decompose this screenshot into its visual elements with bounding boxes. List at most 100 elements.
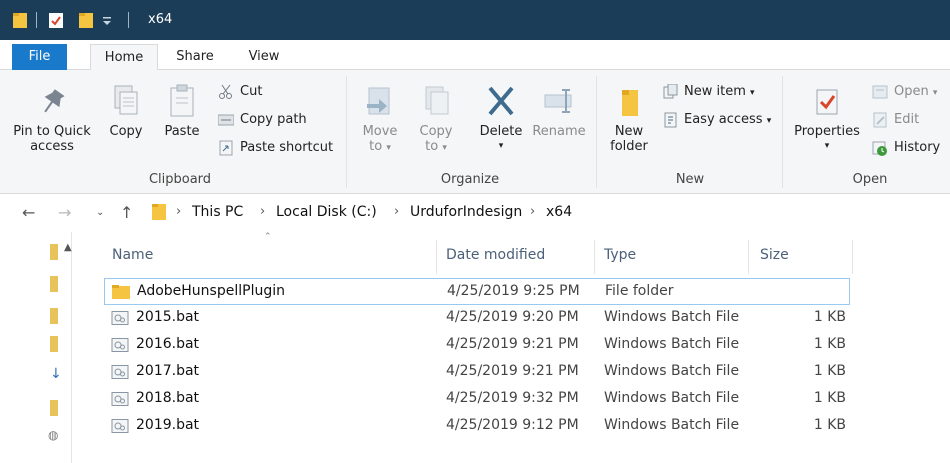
rename-label: Rename xyxy=(532,124,586,139)
paste-button[interactable]: Paste xyxy=(160,84,204,139)
nav-drive-icon[interactable]: ◍ xyxy=(48,428,58,442)
rename-button[interactable]: Rename xyxy=(530,84,588,139)
history-icon xyxy=(872,141,887,156)
move-to-button[interactable]: Move to ▾ xyxy=(356,84,404,156)
file-row[interactable]: 2015.bat 4/25/2019 9:20 PM Windows Batch F… xyxy=(104,305,850,332)
copy-label: Copy xyxy=(109,124,143,139)
move-to-icon xyxy=(367,87,390,115)
move-label-line1: Move xyxy=(362,124,398,139)
edit-icon xyxy=(873,112,887,128)
pin-label-line1: Pin to Quick xyxy=(13,124,91,139)
column-separator[interactable] xyxy=(436,240,437,274)
breadcrumb-chevron-icon[interactable]: › xyxy=(394,203,399,221)
nav-folder-icon[interactable] xyxy=(50,400,58,416)
history-label: History xyxy=(894,140,941,155)
open-group-label: Open xyxy=(852,172,888,187)
copy-to-icon xyxy=(425,86,449,115)
file-name: 2019.bat xyxy=(136,417,200,433)
file-row[interactable]: 2017.bat 4/25/2019 9:21 PM Windows Batch F… xyxy=(104,359,850,386)
new-folder-label-line1: New xyxy=(614,124,644,139)
nav-downloads-icon[interactable]: ↓ xyxy=(50,366,62,382)
breadcrumb-item-urduforindesign[interactable]: UrduforIndesign xyxy=(410,203,522,221)
tab-home[interactable]: Home xyxy=(90,44,158,71)
file-type: Windows Batch File xyxy=(604,336,740,352)
column-header-size[interactable]: Size xyxy=(760,244,789,274)
new-group-label: New xyxy=(675,172,705,187)
clipboard-group-label: Clipboard xyxy=(148,172,212,187)
tab-share[interactable]: Share xyxy=(170,44,220,70)
breadcrumb-item-this-pc[interactable]: This PC xyxy=(192,203,243,221)
paste-shortcut-label: Paste shortcut xyxy=(240,140,334,155)
breadcrumb-chevron-icon[interactable]: › xyxy=(176,203,181,221)
delete-label: Delete xyxy=(479,124,523,139)
delete-icon xyxy=(488,86,514,116)
file-name: 2017.bat xyxy=(136,363,200,379)
column-separator[interactable] xyxy=(748,240,749,274)
copy-path-label: Copy path xyxy=(240,112,307,127)
column-header-name[interactable]: Name xyxy=(112,244,153,274)
ribbon: Pin to Quick access Copy Paste Cut Copy … xyxy=(0,70,950,194)
column-header-date-modified[interactable]: Date modified xyxy=(446,244,545,274)
edit-label: Edit xyxy=(894,112,920,127)
properties-icon[interactable] xyxy=(48,10,64,30)
easy-access-icon xyxy=(664,112,677,128)
move-to-label: to xyxy=(369,139,383,154)
nav-folder-icon[interactable] xyxy=(50,276,58,292)
file-size: 1 KB xyxy=(813,309,846,325)
sort-ascending-icon: ⌃ xyxy=(264,232,272,242)
file-date-modified: 4/25/2019 9:21 PM xyxy=(446,363,579,379)
title-bar: x64 xyxy=(0,0,950,40)
properties-button[interactable]: Properties ▾ xyxy=(790,84,864,154)
tab-file[interactable]: File xyxy=(12,44,67,70)
tab-view[interactable]: View xyxy=(242,44,286,70)
file-name: AdobeHunspellPlugin xyxy=(137,283,285,299)
customize-toolbar-icon[interactable] xyxy=(100,10,114,30)
column-header-type[interactable]: Type xyxy=(604,244,636,274)
file-row[interactable]: 2018.bat 4/25/2019 9:32 PM Windows Batch F… xyxy=(104,386,850,413)
file-date-modified: 4/25/2019 9:12 PM xyxy=(446,417,579,433)
new-folder-button[interactable]: New folder xyxy=(604,84,654,154)
forward-icon[interactable]: → xyxy=(58,203,71,223)
open-label: Open ▾ xyxy=(894,84,938,99)
move-label-line2: to ▾ xyxy=(369,139,391,154)
new-item-label: New item ▾ xyxy=(684,84,755,99)
paste-label: Paste xyxy=(164,124,200,139)
file-type: Windows Batch File xyxy=(604,417,740,433)
file-list: ⌃ Name Date modified Type Size AdobeHuns… xyxy=(96,232,950,463)
breadcrumb-item-local-disk[interactable]: Local Disk (C:) xyxy=(276,203,377,221)
address-bar-row: ← → ⌄ ↑ › This PC › Local Disk (C:) › Ur… xyxy=(0,194,950,232)
file-date-modified: 4/25/2019 9:21 PM xyxy=(446,336,579,352)
file-name: 2016.bat xyxy=(136,336,200,352)
nav-folder-icon[interactable] xyxy=(50,244,58,260)
breadcrumb[interactable]: › This PC › Local Disk (C:) › UrduforInd… xyxy=(146,198,950,226)
up-icon[interactable]: ↑ xyxy=(120,203,133,223)
scroll-up-icon[interactable]: ▲ xyxy=(64,242,72,253)
nav-folder-icon[interactable] xyxy=(50,308,58,324)
folder-icon xyxy=(152,204,166,220)
nav-folder-icon[interactable] xyxy=(50,336,58,352)
new-folder-icon[interactable] xyxy=(78,10,94,30)
new-item-text: New item xyxy=(684,84,746,99)
breadcrumb-chevron-icon[interactable]: › xyxy=(530,203,535,221)
file-row[interactable]: 2016.bat 4/25/2019 9:21 PM Windows Batch F… xyxy=(104,332,850,359)
batch-file-icon xyxy=(111,392,129,406)
recent-locations-chevron-icon[interactable]: ⌄ xyxy=(96,203,104,223)
copy-to-button[interactable]: Copy to ▾ xyxy=(412,84,460,156)
delete-button[interactable]: Delete ▾ xyxy=(474,84,528,154)
file-date-modified: 4/25/2019 9:25 PM xyxy=(447,283,580,299)
breadcrumb-item-x64[interactable]: x64 xyxy=(546,203,572,221)
separator xyxy=(36,12,37,28)
file-row[interactable]: AdobeHunspellPlugin 4/25/2019 9:25 PM File… xyxy=(104,278,850,305)
file-row[interactable]: 2019.bat 4/25/2019 9:12 PM Windows Batch F… xyxy=(104,413,850,440)
scissors-icon xyxy=(219,84,232,99)
file-size: 1 KB xyxy=(813,363,846,379)
batch-file-icon xyxy=(111,365,129,379)
column-separator[interactable] xyxy=(594,240,595,274)
folder-icon[interactable] xyxy=(12,10,28,30)
back-icon[interactable]: ← xyxy=(22,203,35,223)
copy-button[interactable]: Copy xyxy=(106,84,146,139)
column-separator[interactable] xyxy=(852,240,853,274)
breadcrumb-chevron-icon[interactable]: › xyxy=(260,203,265,221)
file-type: Windows Batch File xyxy=(604,363,740,379)
pin-to-quick-access-button[interactable]: Pin to Quick access xyxy=(12,84,92,154)
